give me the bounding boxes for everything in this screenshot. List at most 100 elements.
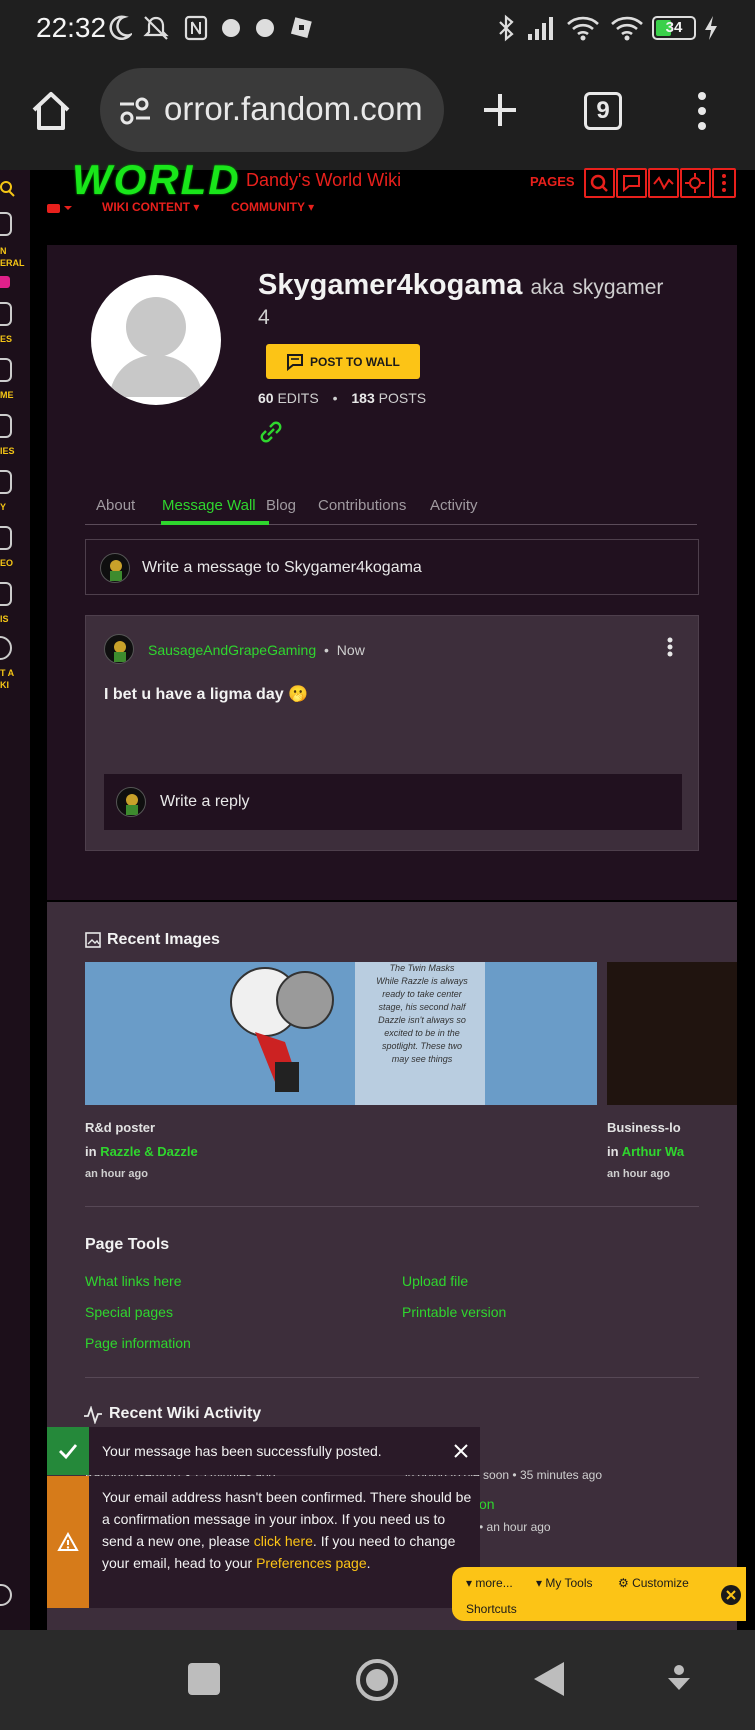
message-composer[interactable]: Write a message to Skygamer4kogama (85, 539, 699, 595)
home-icon[interactable] (30, 90, 72, 132)
rail-item-icon[interactable] (0, 358, 12, 382)
wiki-logo[interactable]: WORLD (72, 156, 241, 204)
back-icon[interactable] (532, 1660, 566, 1698)
tab-message-wall[interactable]: Message Wall (162, 497, 256, 514)
wifi-icon-2 (611, 16, 643, 41)
home-circle-icon[interactable] (354, 1657, 400, 1703)
tab-count-button[interactable]: 9 (584, 92, 622, 130)
image-title[interactable]: R&d poster (85, 1120, 155, 1135)
tab-activity[interactable]: Activity (430, 497, 478, 514)
rail-item-icon[interactable] (0, 212, 12, 236)
page-tools-title: Page Tools (85, 1236, 170, 1253)
tab-blog[interactable]: Blog (266, 497, 296, 514)
poster-line: spotlight. These two (381, 1041, 463, 1051)
rail-item-icon[interactable] (0, 526, 12, 550)
site-settings-icon[interactable] (118, 96, 152, 126)
recent-image-thumb-2[interactable] (607, 962, 737, 1105)
my-tools-label: My Tools (545, 1576, 593, 1590)
tab-about[interactable]: About (96, 497, 135, 514)
poster-line: stage, his second half (378, 1002, 466, 1012)
success-indicator (47, 1427, 89, 1475)
reply-placeholder: Write a reply (160, 793, 250, 810)
rail-bottom-icon[interactable] (0, 1584, 12, 1606)
rail-item-icon[interactable] (0, 582, 12, 606)
activity-icon (653, 176, 674, 191)
system-nav-bar (0, 1630, 755, 1730)
rail-label: ERAL (0, 258, 25, 268)
username-text: Skygamer4kogama (258, 269, 523, 301)
more-button[interactable] (712, 168, 736, 198)
customize-button[interactable]: ⚙ Customize (618, 1576, 689, 1590)
tool-what-links-here[interactable]: What links here (85, 1273, 181, 1289)
image-page-link[interactable]: Razzle & Dazzle (100, 1144, 198, 1159)
wiki-header: WORLD Dandy's World Wiki PAGES WIKI CONT… (30, 156, 755, 245)
rail-item-icon[interactable] (0, 414, 12, 438)
image-icon (85, 932, 101, 948)
link-icon[interactable] (258, 419, 284, 445)
reply-avatar (116, 787, 146, 817)
preferences-link[interactable]: Preferences page (256, 1555, 367, 1571)
message-time: Now (336, 642, 365, 658)
poster-line: ready to take center (382, 989, 462, 999)
image-title-2[interactable]: Business-lo (607, 1120, 737, 1135)
more-options-icon[interactable] (696, 90, 708, 132)
posts-label: POSTS (378, 390, 427, 406)
recents-icon[interactable] (188, 1663, 220, 1695)
rail-item-icon[interactable] (0, 470, 12, 494)
message-options-icon[interactable] (664, 636, 676, 658)
close-icon[interactable] (453, 1443, 469, 1459)
activity-meta: • an hour ago (479, 1520, 551, 1534)
message-author[interactable]: SausageAndGrapeGaming (148, 642, 316, 658)
rail-start-wiki-icon[interactable] (0, 636, 12, 660)
image-page-link[interactable]: Arthur Wa (622, 1144, 684, 1159)
battery-level: 34 (665, 19, 683, 36)
poster-line: excited to be in the (384, 1028, 460, 1038)
post-to-wall-button[interactable]: POST TO WALL (266, 344, 420, 379)
resend-confirmation-link[interactable]: click here (254, 1533, 313, 1549)
close-toolbar-icon[interactable] (720, 1584, 742, 1606)
activity-button[interactable] (648, 168, 679, 198)
activity-link[interactable]: on (479, 1496, 495, 1512)
rail-item-icon[interactable] (0, 302, 12, 326)
default-avatar-icon (109, 297, 203, 397)
nav-community[interactable]: COMMUNITY ▾ (231, 200, 314, 214)
fandom-menu-icon[interactable] (46, 203, 74, 215)
rail-label: IES (0, 446, 15, 456)
pages-label[interactable]: PAGES (530, 174, 575, 189)
success-message: Your message has been successfully poste… (102, 1443, 382, 1459)
tool-upload-file[interactable]: Upload file (402, 1273, 468, 1289)
recent-image-thumb[interactable]: The Twin Masks While Razzle is always re… (85, 962, 597, 1105)
tab-contributions[interactable]: Contributions (318, 497, 406, 514)
poster-line: Dazzle isn't always so (378, 1015, 466, 1025)
more-menu[interactable]: ▾ more... (466, 1576, 513, 1590)
discuss-button[interactable] (616, 168, 647, 198)
keyboard-hide-icon[interactable] (666, 1664, 692, 1694)
tool-printable-version[interactable]: Printable version (402, 1304, 506, 1320)
rail-badge (0, 276, 10, 288)
wiki-name[interactable]: Dandy's World Wiki (246, 170, 401, 191)
username: Skygamer4kogama aka skygamer (258, 269, 663, 302)
tool-special-pages[interactable]: Special pages (85, 1304, 173, 1320)
author-avatar[interactable] (104, 634, 134, 664)
wifi-icon (567, 16, 599, 41)
checkmark-icon (59, 1444, 78, 1460)
profile-tabs: About Message Wall Blog Contributions Ac… (85, 488, 697, 525)
reply-input[interactable]: Write a reply (104, 774, 682, 830)
rail-label: Y (0, 502, 7, 512)
nav-wiki-content[interactable]: WIKI CONTENT ▾ (102, 200, 199, 214)
address-bar[interactable]: orror.fandom.com (100, 68, 444, 152)
bluetooth-icon (499, 14, 514, 42)
recent-activity-title: Recent Wiki Activity (109, 1405, 262, 1422)
my-tools-menu[interactable]: ▾ My Tools (536, 1576, 593, 1590)
poster-line: may see things (391, 1054, 453, 1064)
shortcuts-button[interactable]: Shortcuts (466, 1602, 517, 1616)
search-button[interactable] (584, 168, 615, 198)
battery-icon: 34 (652, 16, 696, 40)
theme-button[interactable] (680, 168, 711, 198)
new-tab-icon[interactable] (480, 90, 520, 130)
edits-count: 60 (258, 390, 274, 406)
tool-page-information[interactable]: Page information (85, 1335, 191, 1351)
warning-icon (57, 1532, 79, 1551)
activity-icon (84, 1406, 102, 1424)
rail-search-icon[interactable] (0, 180, 16, 198)
